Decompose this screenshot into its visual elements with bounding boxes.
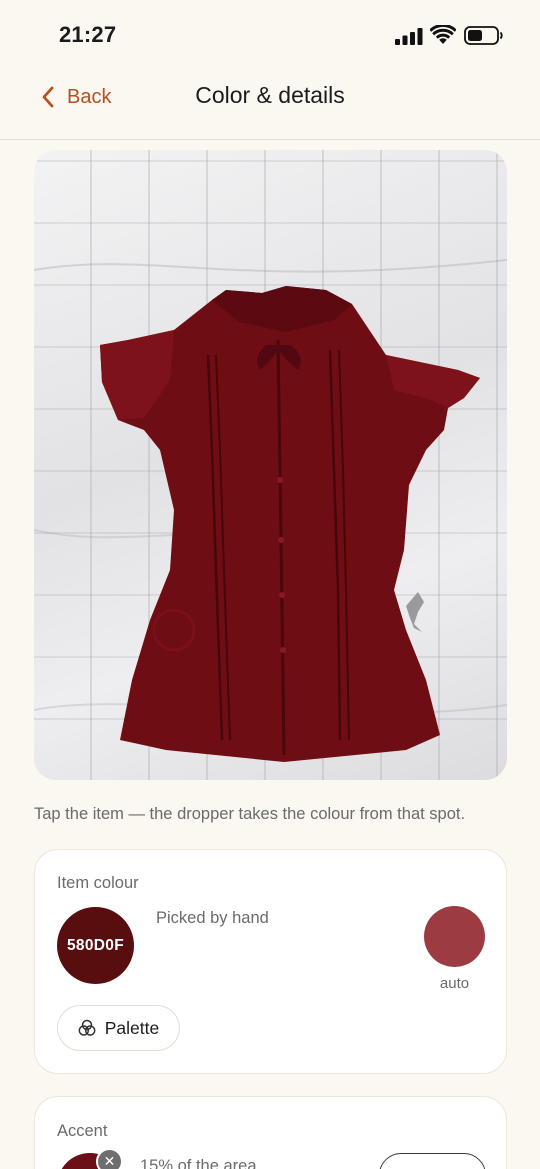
remove-accent-button[interactable]: ✕ — [96, 1148, 123, 1169]
item-colour-swatch[interactable]: 580D0F — [57, 907, 134, 984]
hint-text: Tap the item — the dropper takes the col… — [34, 805, 466, 823]
palette-button[interactable]: Palette — [57, 1005, 180, 1051]
status-bar: 21:27 — [0, 0, 540, 70]
accent-label: Accent — [57, 1122, 108, 1140]
accent-card: Accent ✕ 15% of the area — [34, 1096, 507, 1169]
wifi-icon — [430, 25, 456, 44]
battery-icon — [464, 26, 503, 45]
status-time: 21:27 — [59, 22, 117, 47]
item-photo[interactable] — [34, 150, 507, 780]
back-button[interactable]: Back — [40, 82, 111, 112]
nav-bar: Color & details Back — [0, 70, 540, 140]
picked-by-hand-label: Picked by hand — [156, 909, 269, 927]
auto-label: auto — [439, 975, 470, 992]
accent-action-button[interactable] — [379, 1153, 486, 1169]
auto-colour-swatch[interactable] — [424, 906, 485, 967]
red-blouse-photo — [34, 259, 507, 762]
close-icon: ✕ — [103, 1153, 116, 1169]
signal-icon — [395, 28, 423, 45]
item-colour-card: Item colour 580D0F Picked by hand auto P… — [34, 849, 507, 1074]
palette-circles-icon — [78, 1019, 96, 1036]
item-colour-label: Item colour — [57, 874, 139, 892]
chevron-left-icon — [42, 86, 54, 108]
hex-code: 580D0F — [67, 936, 124, 954]
page-title-text: Color & details — [195, 82, 345, 108]
back-label: Back — [67, 85, 112, 108]
palette-label: Palette — [104, 1017, 160, 1038]
accent-area-label: 15% of the area — [140, 1157, 257, 1169]
